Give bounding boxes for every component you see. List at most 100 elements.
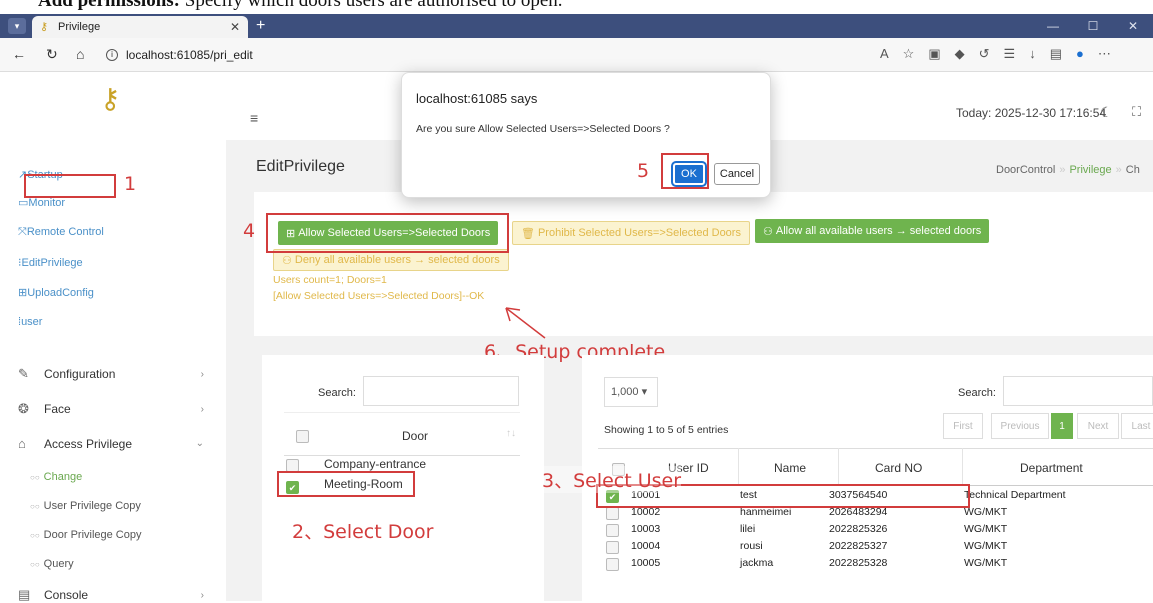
maximize-icon[interactable]: ☐ xyxy=(1073,14,1113,38)
sidebar-item-face[interactable]: ❂ Face › xyxy=(18,401,218,417)
breadcrumb: DoorControl» Privilege» Ch xyxy=(996,164,1140,176)
split-screen-icon[interactable]: ▣ xyxy=(928,46,940,62)
sidebar-sub-query[interactable]: ○○ Query xyxy=(30,558,74,570)
sidebar-sub-door-privilege-copy[interactable]: ○○ Door Privilege Copy xyxy=(30,529,142,541)
new-tab-icon[interactable]: + xyxy=(256,16,265,36)
user-row-checkbox[interactable] xyxy=(606,507,619,520)
user-dept-cell: Technical Department xyxy=(964,489,1066,501)
user-id-cell: 10005 xyxy=(631,557,661,569)
allow-all-button[interactable]: ⚇ Allow all available users → selected do… xyxy=(755,219,990,243)
dialog-message: Are you sure Allow Selected Users=>Selec… xyxy=(416,123,670,135)
collections-icon[interactable]: ▤ xyxy=(1050,46,1062,62)
door-search-input[interactable] xyxy=(363,376,519,406)
caption-text: Specify which doors users are authorised… xyxy=(180,0,563,11)
url-text: localhost:61085/pri_edit xyxy=(126,48,253,62)
copilot-icon[interactable]: ● xyxy=(1076,46,1084,62)
face-icon: ❂ xyxy=(18,401,29,416)
minimize-icon[interactable]: — xyxy=(1033,14,1073,38)
users-deny-icon: ⚇ xyxy=(282,254,292,267)
back-icon[interactable]: ← xyxy=(12,46,26,62)
refresh-icon[interactable]: ↻ xyxy=(46,46,58,63)
pager-last[interactable]: Last xyxy=(1121,413,1153,439)
sidebar-sub-user-privilege-copy[interactable]: ○○ User Privilege Copy xyxy=(30,500,141,512)
cancel-button[interactable]: Cancel xyxy=(714,163,760,185)
pager-page-1[interactable]: 1 xyxy=(1051,413,1073,439)
annotation-step1: 1 xyxy=(124,173,137,195)
sort-icon[interactable]: ↑↓ xyxy=(506,428,516,439)
pager-previous[interactable]: Previous xyxy=(991,413,1049,439)
read-aloud-icon[interactable]: A xyxy=(880,46,889,62)
tab-title: Privilege xyxy=(58,21,101,33)
prohibit-selected-button[interactable]: 🗑︎ Prohibit Selected Users=>Selected Door… xyxy=(512,221,750,245)
menu-toggle-icon[interactable]: ≡ xyxy=(250,110,258,126)
user-search-input[interactable] xyxy=(1003,376,1153,406)
user-dept-cell: WG/MKT xyxy=(964,523,1008,535)
refresh-page-icon[interactable]: ↺ xyxy=(979,46,990,62)
breadcrumb-privilege[interactable]: Privilege xyxy=(1069,164,1111,176)
pager-next[interactable]: Next xyxy=(1077,413,1119,439)
logo-icon: ⚷ xyxy=(100,83,121,114)
user-card-cell: 2022825327 xyxy=(829,540,888,552)
user-search-label: Search: xyxy=(958,387,996,399)
sidebar-item-editprivilege[interactable]: ⁝EditPrivilege xyxy=(18,256,83,269)
sidebar-sub-change[interactable]: ○○ Change xyxy=(30,471,82,483)
user-row-checkbox[interactable] xyxy=(606,541,619,554)
highlight-allow-button xyxy=(266,213,509,253)
status-count: Users count=1; Doors=1 xyxy=(273,274,387,286)
sidebar-item-access-privilege[interactable]: ⌂ Access Privilege ⌄ xyxy=(18,436,218,451)
browser-tab[interactable]: ⚷ Privilege ✕ xyxy=(32,16,248,38)
trash-icon: 🗑︎ xyxy=(521,227,535,240)
info-icon[interactable]: i xyxy=(106,49,118,61)
arrow-icon xyxy=(505,307,546,339)
pager-first[interactable]: First xyxy=(943,413,983,439)
pencil-icon: ✎ xyxy=(18,366,29,381)
user-row-checkbox[interactable] xyxy=(606,524,619,537)
confirm-dialog: localhost:61085 says Are you sure Allow … xyxy=(401,72,771,198)
extension-icon[interactable]: ◆ xyxy=(955,46,965,62)
status-result: [Allow Selected Users=>Selected Doors]--… xyxy=(273,290,485,302)
today-datetime: Today: 2025-12-30 17:16:54 xyxy=(956,106,1107,120)
theme-toggle-icon[interactable]: ☾ xyxy=(1100,104,1113,121)
favorites-icon[interactable]: ☰ xyxy=(1004,46,1016,62)
user-card-cell: 2022825328 xyxy=(829,557,888,569)
close-tab-icon[interactable]: ✕ xyxy=(230,20,240,34)
door-row[interactable]: Company-entrance xyxy=(324,457,564,471)
sidebar-item-remote-control[interactable]: ⤧Remote Control xyxy=(18,226,104,239)
user-name-cell: rousi xyxy=(740,540,763,552)
document-caption: Add permissions: Specify which doors use… xyxy=(0,0,1153,14)
door-select-all-checkbox[interactable] xyxy=(296,430,309,443)
tab-actions-icon[interactable]: ▾ xyxy=(8,18,26,34)
users-icon: ⚇ xyxy=(763,225,773,238)
user-dept-cell: WG/MKT xyxy=(964,540,1008,552)
caption-bold: Add permissions: xyxy=(38,0,180,11)
sidebar-item-uploadconfig[interactable]: ⊞UploadConfig xyxy=(18,286,94,299)
door-search-label: Search: xyxy=(318,387,356,399)
column-department[interactable]: Department xyxy=(1020,461,1083,475)
close-window-icon[interactable]: ✕ xyxy=(1113,14,1153,38)
user-row-checkbox[interactable] xyxy=(606,558,619,571)
breadcrumb-doorcontrol[interactable]: DoorControl xyxy=(996,164,1055,176)
user-id-cell: 10003 xyxy=(631,523,661,535)
annotation-step5: 5 xyxy=(637,160,650,182)
user-dept-cell: WG/MKT xyxy=(964,557,1008,569)
favorite-icon[interactable]: ☆ xyxy=(903,46,915,62)
more-icon[interactable]: ⋯ xyxy=(1098,46,1111,62)
column-name[interactable]: Name xyxy=(774,461,806,475)
key-icon: ⚷ xyxy=(40,21,49,33)
user-dept-cell: WG/MKT xyxy=(964,506,1008,518)
annotation-step4: 4 xyxy=(243,220,256,242)
url-field[interactable]: i localhost:61085/pri_edit xyxy=(106,44,851,66)
sidebar-item-configuration[interactable]: ✎ Configuration › xyxy=(18,366,218,382)
door-column-header[interactable]: Door xyxy=(402,429,428,443)
browser-titlebar: ▾ ⚷ Privilege ✕ + — ☐ ✕ xyxy=(0,14,1153,38)
annotation-step2: 2、Select Door xyxy=(292,521,434,543)
highlight-door xyxy=(277,471,415,497)
sidebar-item-user[interactable]: ⁞user xyxy=(18,316,42,328)
annotation-step3: 3、Select User xyxy=(542,466,682,493)
column-card-no[interactable]: Card NO xyxy=(875,461,922,475)
fullscreen-icon[interactable]: ⛶ xyxy=(1132,104,1141,120)
page-size-select[interactable]: 1,000 ▾ xyxy=(604,377,658,407)
download-icon[interactable]: ↓ xyxy=(1029,46,1036,62)
home-icon[interactable]: ⌂ xyxy=(76,46,84,62)
entries-info: Showing 1 to 5 of 5 entries xyxy=(604,424,729,436)
